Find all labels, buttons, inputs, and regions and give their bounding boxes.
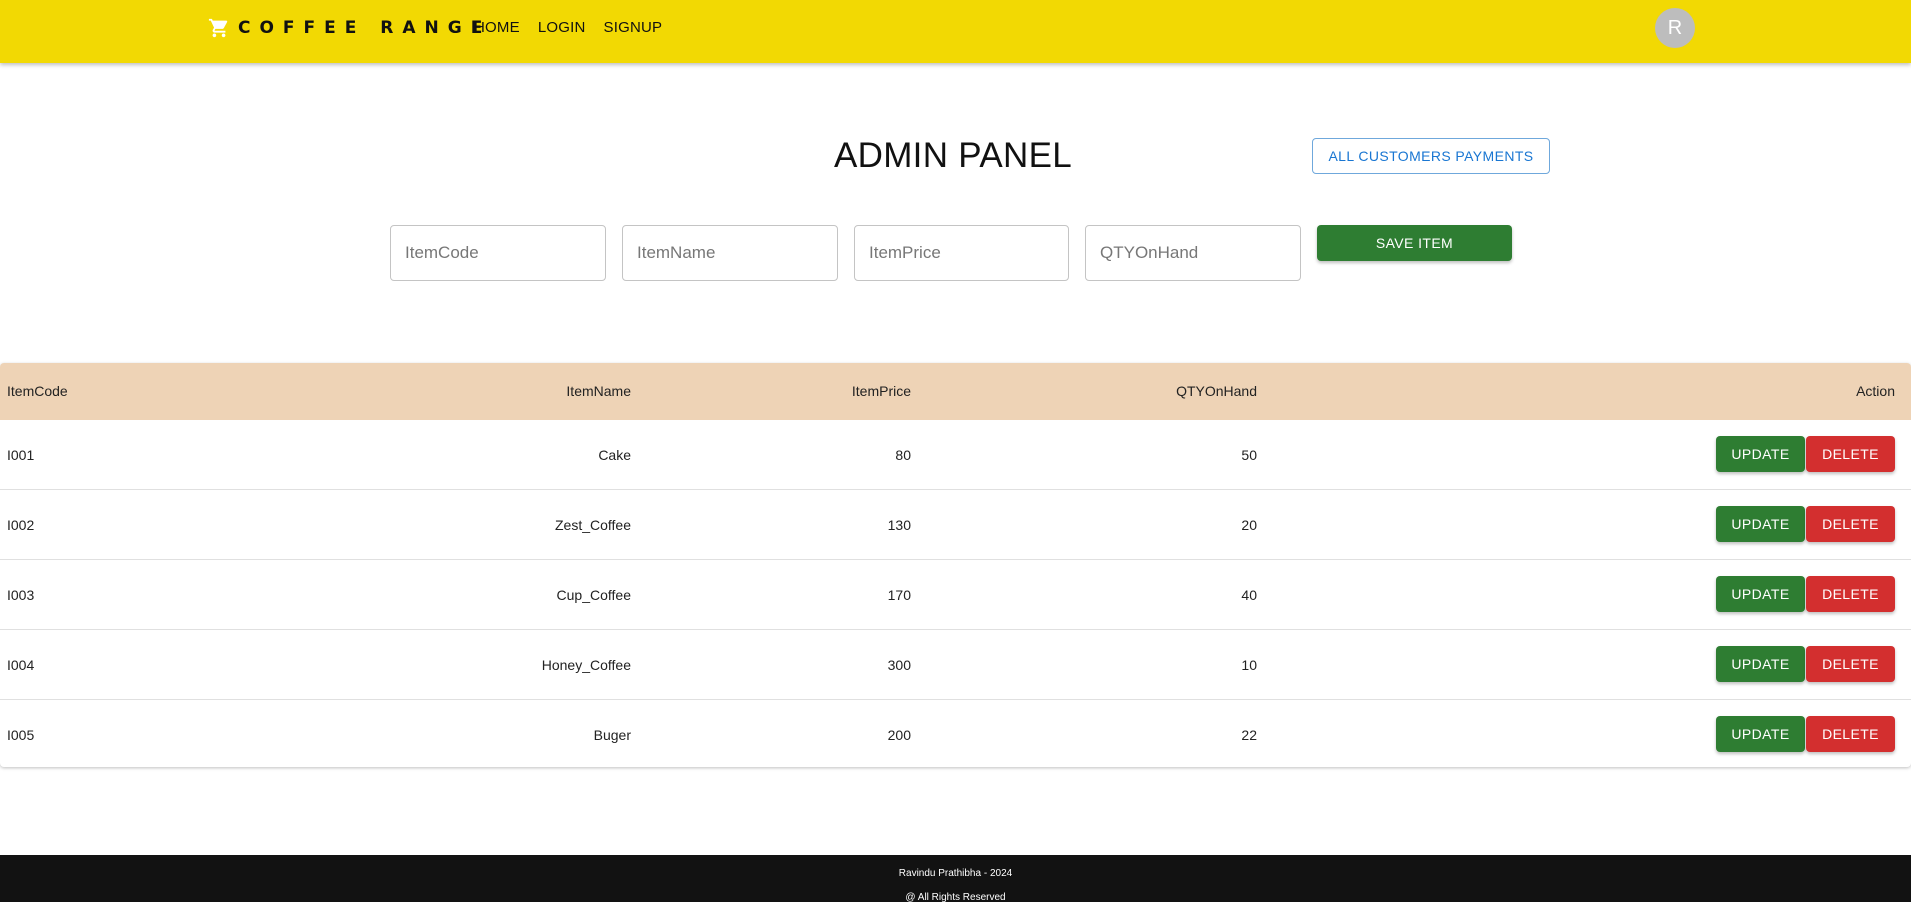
qty-on-hand-input[interactable] [1086,226,1300,280]
cell-itemcode: I001 [7,447,35,463]
item-name-input[interactable] [623,226,837,280]
item-code-field[interactable] [390,225,606,281]
delete-button[interactable]: DELETE [1806,646,1895,682]
table-row: I005 Buger 200 22 UPDATE DELETE [0,700,1911,770]
table-row: I003 Cup_Coffee 170 40 UPDATE DELETE [0,560,1911,630]
item-price-input[interactable] [855,226,1068,280]
cell-itemprice: 170 [887,587,911,603]
footer: Ravindu Prathibha - 2024 @ All Rights Re… [0,855,1911,903]
delete-button[interactable]: DELETE [1806,436,1895,472]
main-nav: HOME LOGIN SIGNUP [474,19,662,37]
page-title: ADMIN PANEL [834,136,1072,175]
header-qtyonhand: QTYOnHand [1176,383,1257,399]
delete-button[interactable]: DELETE [1806,576,1895,612]
app-bar: COFFEE RANGE HOME LOGIN SIGNUP R [0,0,1911,63]
item-code-input[interactable] [391,226,605,280]
update-button[interactable]: UPDATE [1716,716,1805,752]
cell-itemcode: I005 [7,727,35,743]
cell-qtyonhand: 10 [1241,657,1257,673]
cell-itemcode: I003 [7,587,35,603]
cart-icon [208,18,228,38]
table-row: I004 Honey_Coffee 300 10 UPDATE DELETE [0,630,1911,700]
footer-credit: Ravindu Prathibha - 2024 [898,868,1013,879]
delete-button[interactable]: DELETE [1806,716,1895,752]
cell-qtyonhand: 22 [1241,727,1257,743]
cell-itemprice: 80 [895,447,911,463]
qty-on-hand-field[interactable] [1085,225,1301,281]
cell-qtyonhand: 20 [1241,517,1257,533]
table-row: I001 Cake 80 50 UPDATE DELETE [0,420,1911,490]
footer-rights: @ All Rights Reserved [905,892,1006,903]
cell-itemprice: 130 [887,517,911,533]
cell-qtyonhand: 50 [1241,447,1257,463]
cell-itemname: Honey_Coffee [541,657,631,673]
items-table: ItemCode ItemName ItemPrice QTYOnHand Ac… [0,363,1911,767]
header-itemname: ItemName [566,383,631,399]
item-price-field[interactable] [854,225,1069,281]
all-customers-payments-button[interactable]: ALL CUSTOMERS PAYMENTS [1312,138,1550,174]
avatar[interactable]: R [1655,8,1695,48]
brand-name: COFFEE RANGE [238,18,492,38]
nav-signup[interactable]: SIGNUP [604,19,663,37]
header-itemcode: ItemCode [7,383,68,399]
header-itemprice: ItemPrice [851,383,911,399]
delete-button[interactable]: DELETE [1806,506,1895,542]
cell-itemname: Cake [598,447,631,463]
table-header: ItemCode ItemName ItemPrice QTYOnHand Ac… [0,363,1911,420]
cell-itemcode: I004 [7,657,35,673]
table-row: I002 Zest_Coffee 130 20 UPDATE DELETE [0,490,1911,560]
cell-itemname: Cup_Coffee [556,587,631,603]
update-button[interactable]: UPDATE [1716,436,1805,472]
update-button[interactable]: UPDATE [1716,646,1805,682]
cell-itemname: Zest_Coffee [554,517,631,533]
cell-itemname: Buger [593,727,631,743]
update-button[interactable]: UPDATE [1716,576,1805,612]
cell-itemcode: I002 [7,517,35,533]
cell-itemprice: 200 [887,727,911,743]
update-button[interactable]: UPDATE [1716,506,1805,542]
item-name-field[interactable] [622,225,838,281]
save-item-button[interactable]: SAVE ITEM [1317,225,1512,261]
nav-login[interactable]: LOGIN [538,19,586,37]
cell-qtyonhand: 40 [1241,587,1257,603]
cell-itemprice: 300 [887,657,911,673]
nav-home[interactable]: HOME [474,19,520,37]
header-action: Action [1856,383,1895,399]
brand[interactable]: COFFEE RANGE [208,17,491,39]
